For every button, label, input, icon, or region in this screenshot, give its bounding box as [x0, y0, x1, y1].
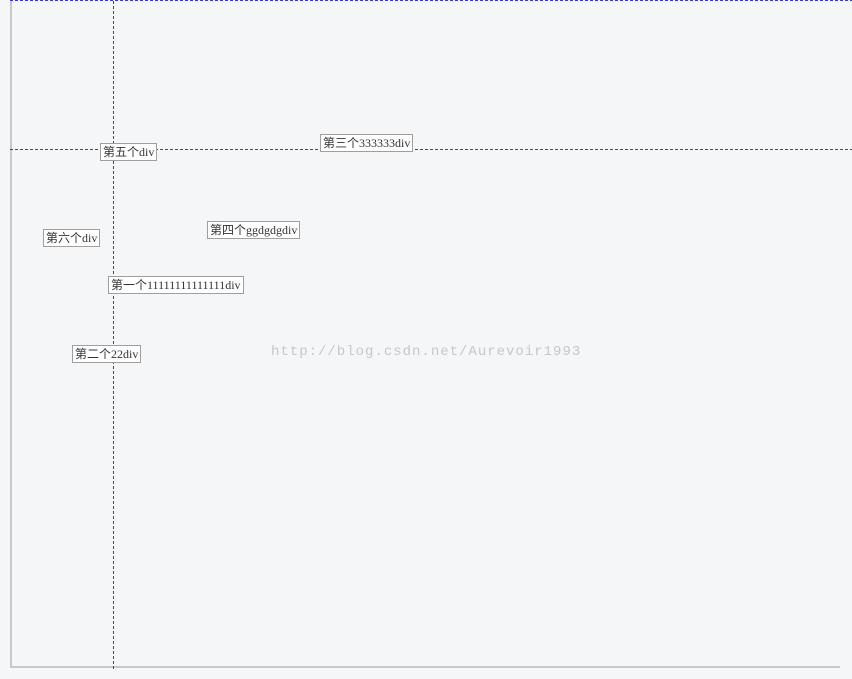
watermark-text: http://blog.csdn.net/Aurevoir1993	[271, 344, 581, 360]
div-box-2[interactable]: 第二个22div	[72, 345, 141, 363]
div-box-1[interactable]: 第一个11111111111111div	[108, 276, 244, 294]
div-box-3[interactable]: 第三个333333div	[320, 134, 413, 152]
canvas-border	[10, 0, 840, 668]
div-box-4[interactable]: 第四个ggdgdgdiv	[207, 221, 300, 239]
div-box-6[interactable]: 第六个div	[43, 229, 100, 247]
div-box-5[interactable]: 第五个div	[100, 143, 157, 161]
